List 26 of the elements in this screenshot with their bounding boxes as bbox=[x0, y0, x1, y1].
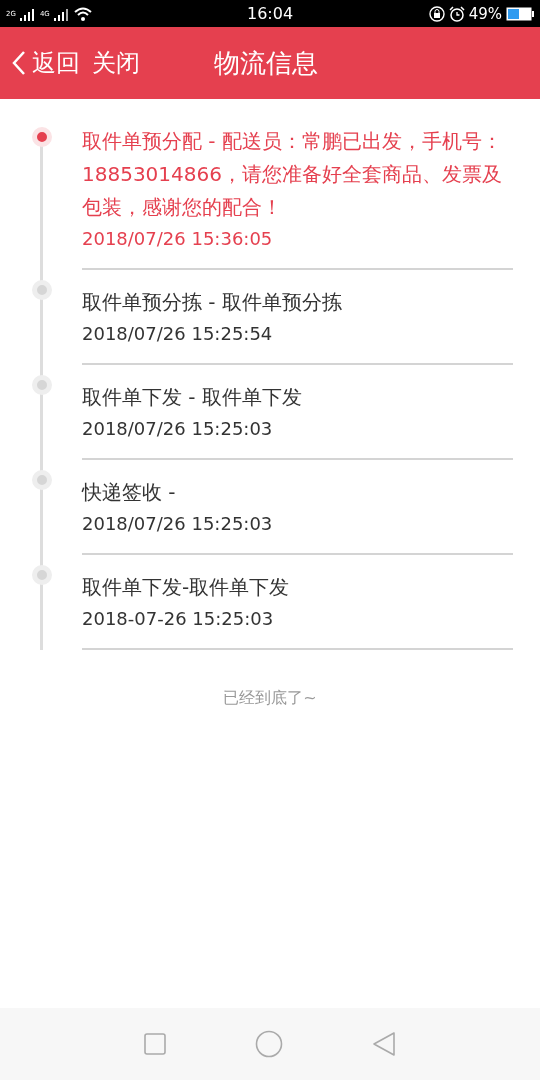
event-description: 快递签收 - bbox=[82, 479, 177, 506]
back-button[interactable]: 返回 bbox=[12, 47, 80, 79]
page-title: 物流信息 bbox=[214, 46, 318, 80]
event-description: 取件单预分配 - 配送员：常鹏已出发，手机号：18853014866，请您准备好全套商品、发票及包装，感谢您的配合！ bbox=[82, 128, 503, 221]
wifi-icon bbox=[73, 6, 92, 21]
event-time: 2018/07/26 15:25:54 bbox=[82, 322, 274, 346]
back-triangle-icon[interactable] bbox=[371, 1031, 396, 1057]
event-description: 取件单下发 - 取件单下发 bbox=[82, 384, 303, 411]
chevron-left-icon bbox=[12, 50, 26, 76]
clock-time: 16:04 bbox=[246, 4, 294, 23]
event-description: 取件单预分拣 - 取件单预分拣 bbox=[82, 289, 343, 316]
close-button[interactable]: 关闭 bbox=[92, 47, 140, 79]
end-of-list-note: 已经到底了~ bbox=[222, 688, 318, 709]
alarm-icon bbox=[448, 5, 465, 22]
rotation-lock-icon bbox=[428, 5, 445, 22]
event-description: 取件单下发-取件单下发 bbox=[82, 574, 291, 601]
battery-percent: 49% bbox=[468, 4, 502, 23]
signal-icon bbox=[19, 6, 36, 21]
event-time: 2018/07/26 15:25:03 bbox=[82, 417, 274, 441]
square-icon[interactable] bbox=[144, 1033, 167, 1055]
event-time: 2018/07/26 15:36:05 bbox=[82, 227, 274, 251]
battery-icon bbox=[506, 6, 534, 21]
home-circle-icon[interactable] bbox=[255, 1030, 283, 1058]
event-time: 2018/07/26 15:25:03 bbox=[82, 512, 274, 536]
signal-icon bbox=[53, 6, 70, 21]
event-time: 2018-07-26 15:25:03 bbox=[82, 607, 275, 631]
